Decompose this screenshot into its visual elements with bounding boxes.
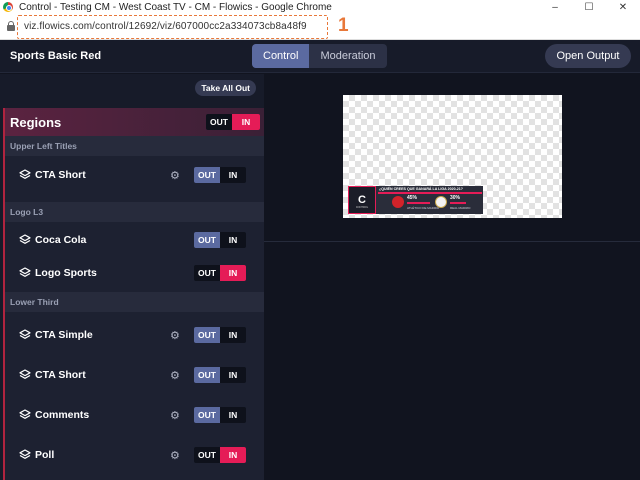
tab-moderation[interactable]: Moderation [309, 44, 386, 68]
poll-divider [378, 192, 482, 194]
regions-toggle-in[interactable]: IN [232, 114, 260, 130]
lock-icon [7, 21, 15, 31]
item-toggle[interactable]: OUT IN [194, 407, 246, 423]
item-toggle[interactable]: OUT IN [194, 327, 246, 343]
gear-icon[interactable]: ⚙ [170, 329, 180, 342]
preview-panel: C CONTROL ¿QUIÉN CREES QUE GANARÁ LA LIG… [264, 74, 640, 480]
toggle-in[interactable]: IN [220, 327, 246, 343]
toggle-in[interactable]: IN [220, 232, 246, 248]
region-item-label: CTA Short [35, 369, 86, 381]
regions-toggle-out[interactable]: OUT [206, 114, 232, 130]
close-button[interactable]: ✕ [606, 0, 640, 14]
url-highlight-annotation [17, 15, 328, 39]
chrome-logo-icon [3, 2, 13, 12]
layers-icon [19, 409, 31, 419]
toggle-out[interactable]: OUT [194, 265, 220, 281]
team2-bar [450, 202, 466, 204]
poll-graphic: C CONTROL ¿QUIÉN CREES QUE GANARÁ LA LIG… [348, 186, 483, 214]
regions-toggle[interactable]: OUT IN [206, 114, 260, 130]
window-controls: – ☐ ✕ [538, 0, 640, 14]
callout-number: 1 [338, 15, 349, 36]
toggle-out[interactable]: OUT [194, 367, 220, 383]
gear-icon[interactable]: ⚙ [170, 409, 180, 422]
page-title: Sports Basic Red [10, 50, 102, 62]
group-label-logo-l3: Logo L3 [5, 202, 264, 222]
toggle-out[interactable]: OUT [194, 407, 220, 423]
window-title: Control - Testing CM - West Coast TV - C… [19, 1, 332, 13]
layers-icon [19, 329, 31, 339]
control-logo: C CONTROL [348, 186, 376, 214]
region-item-cta-short-upper: CTA Short ⚙ OUT IN [5, 157, 264, 193]
output-preview: C CONTROL ¿QUIÉN CREES QUE GANARÁ LA LIG… [343, 95, 562, 218]
layers-icon [19, 369, 31, 379]
regions-header: Regions OUT IN [5, 108, 264, 136]
region-item-coca-cola: Coca Cola OUT IN [5, 222, 264, 258]
region-item-comments: Comments ⚙ OUT IN [5, 397, 264, 433]
region-item-cta-simple: CTA Simple ⚙ OUT IN [5, 317, 264, 353]
team1-bar [407, 202, 431, 204]
item-toggle[interactable]: OUT IN [194, 447, 246, 463]
toggle-in[interactable]: IN [220, 367, 246, 383]
item-toggle[interactable]: OUT IN [194, 232, 246, 248]
toggle-out[interactable]: OUT [194, 327, 220, 343]
toggle-out[interactable]: OUT [194, 447, 220, 463]
tab-control[interactable]: Control [252, 44, 310, 68]
minimize-button[interactable]: – [538, 0, 572, 14]
item-toggle[interactable]: OUT IN [194, 265, 246, 281]
group-label-lower-third: Lower Third [5, 292, 264, 312]
toggle-in[interactable]: IN [220, 265, 246, 281]
layers-icon [19, 234, 31, 244]
take-all-out-button[interactable]: Take All Out [195, 80, 256, 96]
toggle-in[interactable]: IN [220, 447, 246, 463]
preview-area: C CONTROL ¿QUIÉN CREES QUE GANARÁ LA LIG… [264, 74, 640, 242]
layers-icon [19, 169, 31, 179]
regions-section: Regions OUT IN Upper Left Titles CTA Sho… [3, 108, 264, 480]
team1-name: ATLÉTICO DE MADRID [407, 206, 440, 210]
toggle-in[interactable]: IN [220, 167, 246, 183]
team2-name: REAL MADRID [450, 206, 471, 210]
app-header: Sports Basic Red Control Moderation Open… [0, 40, 640, 73]
region-item-label: Logo Sports [35, 267, 97, 279]
region-item-label: CTA Simple [35, 329, 93, 341]
gear-icon[interactable]: ⚙ [170, 449, 180, 462]
group-label-upper-left-titles: Upper Left Titles [5, 136, 264, 156]
layers-icon [19, 267, 31, 277]
region-item-label: CTA Short [35, 169, 86, 181]
region-item-logo-sports: Logo Sports OUT IN [5, 255, 264, 291]
item-toggle[interactable]: OUT IN [194, 367, 246, 383]
team1-crest-icon [392, 196, 404, 208]
toggle-in[interactable]: IN [220, 407, 246, 423]
region-item-label: Coca Cola [35, 234, 87, 246]
team1-percent: 45% [407, 195, 418, 201]
toggle-out[interactable]: OUT [194, 167, 220, 183]
region-item-label: Poll [35, 449, 55, 461]
item-toggle[interactable]: OUT IN [194, 167, 246, 183]
toggle-out[interactable]: OUT [194, 232, 220, 248]
view-tabs: Control Moderation [252, 44, 387, 68]
poll-question: ¿QUIÉN CREES QUE GANARÁ LA LIGA 2020-21? [379, 187, 463, 191]
gear-icon[interactable]: ⚙ [170, 369, 180, 382]
region-item-cta-short-lower: CTA Short ⚙ OUT IN [5, 357, 264, 393]
regions-panel: Take All Out Regions OUT IN Upper Left T… [0, 74, 264, 480]
region-item-poll: Poll ⚙ OUT IN [5, 437, 264, 473]
gear-icon[interactable]: ⚙ [170, 169, 180, 182]
open-output-button[interactable]: Open Output [545, 44, 631, 68]
take-all-row: Take All Out [0, 74, 264, 108]
browser-title-bar: Control - Testing CM - West Coast TV - C… [0, 0, 640, 14]
team2-crest-icon [435, 196, 447, 208]
maximize-button[interactable]: ☐ [572, 0, 606, 14]
regions-title: Regions [10, 115, 62, 130]
team2-percent: 30% [450, 195, 461, 201]
layers-icon [19, 449, 31, 459]
region-item-label: Comments [35, 409, 90, 421]
